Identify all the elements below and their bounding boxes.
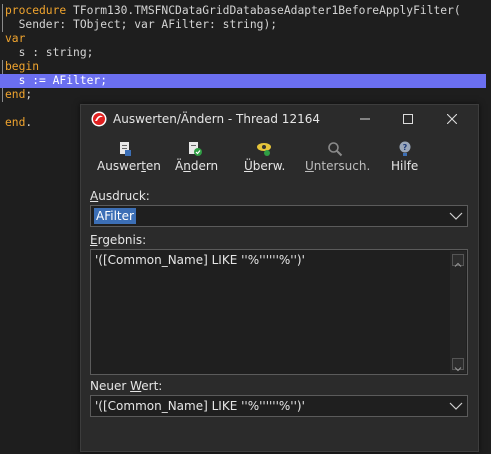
result-value: '([Common_Name] LIKE ''%''''''%'')' xyxy=(95,253,305,267)
inspect-icon xyxy=(328,142,343,157)
result-scrollbar[interactable] xyxy=(450,251,466,373)
title-bar[interactable]: Auswerten/Ändern - Thread 12164 xyxy=(81,105,478,133)
minimize-button[interactable] xyxy=(349,105,381,133)
new-value-combobox[interactable]: '([Common_Name] LIKE ''%''''''%'')' xyxy=(90,395,468,417)
svg-text:?: ? xyxy=(403,143,408,152)
modify-icon xyxy=(189,142,202,156)
help-label: Hilfe xyxy=(391,159,419,173)
evaluate-icon xyxy=(120,142,131,156)
code-line[interactable]: end; xyxy=(5,88,32,102)
close-icon xyxy=(447,114,457,124)
expression-combobox[interactable]: AFilter xyxy=(90,205,468,227)
scroll-down-button[interactable] xyxy=(452,358,464,372)
close-button[interactable] xyxy=(436,105,468,133)
code-line[interactable]: end. xyxy=(5,116,32,130)
code-line[interactable]: procedure TForm130.TMSFNCDataGridDatabas… xyxy=(5,4,461,18)
watch-button[interactable]: Überw. xyxy=(244,141,286,177)
inspect-button[interactable]: Untersuch. xyxy=(305,141,370,177)
inspect-label: Untersuch. xyxy=(305,159,371,173)
dialog-title: Auswerten/Ändern - Thread 12164 xyxy=(113,112,320,126)
chevron-up-icon xyxy=(454,262,462,267)
result-label: Ergebnis: xyxy=(90,233,147,247)
expression-label: Ausdruck: xyxy=(90,189,150,203)
maximize-icon xyxy=(403,114,413,124)
maximize-button[interactable] xyxy=(392,105,424,133)
chevron-down-icon xyxy=(454,367,462,372)
help-button[interactable]: ? Hilfe xyxy=(391,141,421,177)
evaluate-label: Auswerten xyxy=(97,159,161,173)
expression-input[interactable]: AFilter xyxy=(94,208,136,224)
code-line[interactable]: Sender: TObject; var AFilter: string); xyxy=(5,18,277,32)
new-value-input[interactable]: '([Common_Name] LIKE ''%''''''%'')' xyxy=(95,399,305,413)
app-logo-icon xyxy=(91,111,107,127)
chevron-down-icon[interactable] xyxy=(449,210,463,222)
chevron-down-icon[interactable] xyxy=(449,400,463,412)
modify-label: Ändern xyxy=(175,159,219,173)
code-line[interactable]: begin xyxy=(5,60,39,74)
current-line-highlight[interactable]: s := AFilter; xyxy=(0,74,486,88)
scroll-up-button[interactable] xyxy=(452,254,464,267)
block-marker xyxy=(2,4,3,32)
evaluate-button[interactable]: Auswerten xyxy=(97,141,161,177)
result-textarea[interactable]: '([Common_Name] LIKE ''%''''''%'')' xyxy=(90,249,468,375)
modify-button[interactable]: Ändern xyxy=(175,141,219,177)
help-icon: ? xyxy=(399,141,411,156)
watch-label: Überw. xyxy=(244,159,286,173)
watch-icon xyxy=(257,143,271,156)
code-line[interactable]: s : string; xyxy=(5,46,94,60)
code-line[interactable]: var xyxy=(5,32,25,46)
evaluate-modify-dialog: Auswerten/Ändern - Thread 12164 Auswerte… xyxy=(80,104,479,452)
minimize-icon xyxy=(360,118,370,120)
new-value-label: Neuer Wert: xyxy=(90,379,163,393)
